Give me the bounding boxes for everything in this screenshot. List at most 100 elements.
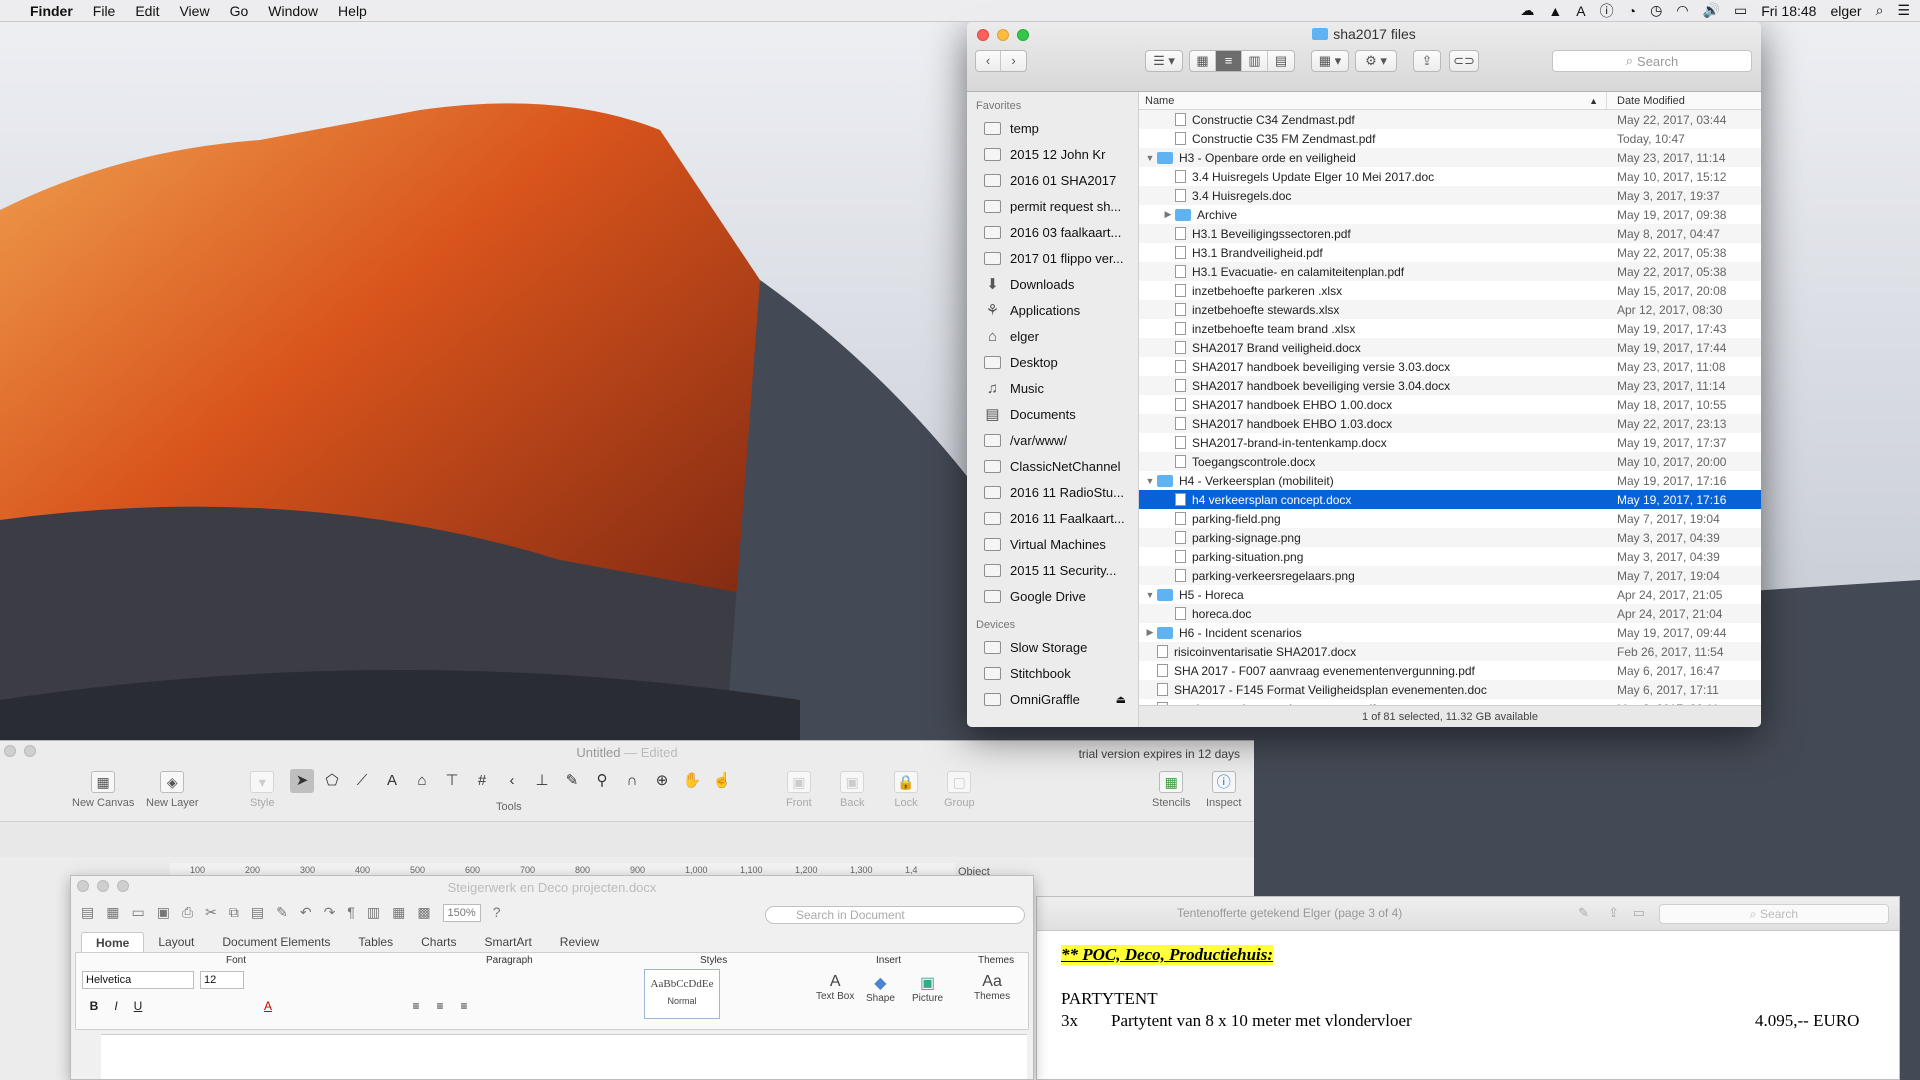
magnet-icon[interactable]: ∩ bbox=[620, 769, 644, 793]
disclosure-triangle-icon[interactable]: ▶ bbox=[1143, 627, 1157, 638]
file-row[interactable]: H3.1 Brandveiligheid.pdf May 22, 2017, 05… bbox=[1139, 243, 1761, 262]
file-row[interactable]: Constructie C35 FM Zendmast.pdf Today, 10… bbox=[1139, 129, 1761, 148]
battery-icon[interactable]: ▭ bbox=[1734, 2, 1747, 19]
coverflow-view-icon[interactable]: ▤ bbox=[1268, 51, 1294, 71]
open-icon[interactable]: ▭ bbox=[131, 904, 144, 922]
file-row[interactable]: ▶ Archive May 19, 2017, 09:38 bbox=[1139, 205, 1761, 224]
time-machine-icon[interactable]: ◷ bbox=[1650, 2, 1662, 19]
file-row[interactable]: 3.4 Huisregels.doc May 3, 2017, 19:37 bbox=[1139, 186, 1761, 205]
column-header-name[interactable]: Name ▲ bbox=[1139, 92, 1607, 109]
file-row[interactable]: inzetbehoefte team brand .xlsx May 19, 20… bbox=[1139, 319, 1761, 338]
menu-app-name[interactable]: Finder bbox=[20, 0, 83, 22]
new-layer-button[interactable]: ◈ New Layer bbox=[146, 771, 199, 809]
group-button[interactable]: ▦ ▾ bbox=[1311, 50, 1349, 72]
disclosure-triangle-icon[interactable]: ▼ bbox=[1143, 476, 1157, 486]
grid-tool-icon[interactable]: # bbox=[470, 769, 494, 793]
zoom-select[interactable]: 150% bbox=[442, 904, 481, 922]
file-row[interactable]: horeca.doc Apr 24, 2017, 21:04 bbox=[1139, 604, 1761, 623]
icon-view-icon[interactable]: ▦ bbox=[1190, 51, 1216, 71]
forward-chevron-icon[interactable]: › bbox=[1001, 51, 1026, 71]
new-doc-icon[interactable]: ▤ bbox=[81, 904, 94, 922]
preview-toolbox-icon[interactable]: ▭ bbox=[1633, 905, 1645, 921]
airport-icon[interactable]: ◔ bbox=[1628, 3, 1636, 19]
file-row[interactable]: parking-signage.png May 3, 2017, 04:39 bbox=[1139, 528, 1761, 547]
paste-icon[interactable]: ▤ bbox=[251, 904, 264, 922]
tag-icon[interactable]: ⊂⊃ bbox=[1449, 50, 1479, 72]
disclosure-triangle-icon[interactable]: ▶ bbox=[1161, 209, 1175, 220]
file-row[interactable]: 3.4 Huisregels Update Elger 10 Mei 2017.… bbox=[1139, 167, 1761, 186]
sidebar-item[interactable]: permit request sh... bbox=[967, 193, 1138, 219]
menu-edit[interactable]: Edit bbox=[125, 0, 169, 22]
font-color-button[interactable]: A bbox=[258, 997, 278, 1015]
clock[interactable]: Fri 18:48 bbox=[1761, 3, 1816, 19]
sidebar-item[interactable]: ⬇ Downloads bbox=[967, 271, 1138, 297]
normal-style-button[interactable]: AaBbCcDdEe Normal bbox=[644, 969, 720, 1019]
file-row[interactable]: SHA2017 handboek EHBO 1.03.docx May 22, 2… bbox=[1139, 414, 1761, 433]
user-name[interactable]: elger bbox=[1830, 3, 1861, 19]
tab-charts[interactable]: Charts bbox=[407, 932, 470, 953]
column-view-icon[interactable]: ▥ bbox=[1242, 51, 1268, 71]
file-row[interactable]: parking-verkeersregelaars.png May 7, 2017… bbox=[1139, 566, 1761, 585]
file-row[interactable]: SHA2017 handboek beveiliging versie 3.04… bbox=[1139, 376, 1761, 395]
sidebar-icon[interactable]: ▥ bbox=[367, 904, 380, 922]
sidebar-device-item[interactable]: Slow Storage bbox=[967, 634, 1138, 660]
sidebar-item[interactable]: ClassicNetChannel bbox=[967, 453, 1138, 479]
back-button[interactable]: ▣ Back bbox=[840, 771, 864, 809]
sidebar-item[interactable]: ♫ Music bbox=[967, 375, 1138, 401]
search-input[interactable]: ⌕ Search bbox=[1552, 50, 1752, 72]
sidebar-item[interactable]: 2015 12 John Kr bbox=[967, 141, 1138, 167]
sidebar-item[interactable]: Google Drive bbox=[967, 583, 1138, 609]
cut-icon[interactable]: ✂ bbox=[205, 904, 217, 922]
preview-share-icon[interactable]: ⇪ bbox=[1608, 905, 1619, 921]
save-icon[interactable]: ▣ bbox=[157, 904, 170, 922]
help-icon[interactable]: ? bbox=[493, 904, 501, 922]
picture-button[interactable]: ▣ Picture bbox=[912, 973, 943, 1004]
pilcrow-icon[interactable]: ¶ bbox=[347, 904, 355, 922]
cloud-sync-icon[interactable]: ☁ bbox=[1520, 2, 1534, 19]
redo-icon[interactable]: ↷ bbox=[324, 904, 336, 922]
underline-button[interactable]: U bbox=[128, 997, 148, 1015]
word-document-area[interactable] bbox=[101, 1034, 1027, 1079]
tab-review[interactable]: Review bbox=[546, 932, 613, 953]
connect-tool-icon[interactable]: ‹ bbox=[500, 769, 524, 793]
sidebar-item[interactable]: 2016 11 Faalkaart... bbox=[967, 505, 1138, 531]
file-row[interactable]: parking-field.png May 7, 2017, 19:04 bbox=[1139, 509, 1761, 528]
share-icon[interactable]: ⇪ bbox=[1413, 50, 1441, 72]
file-row[interactable]: SHA2017 - F145 Format Veiligheidsplan ev… bbox=[1139, 680, 1761, 699]
italic-button[interactable]: I bbox=[106, 997, 126, 1015]
text-tool-icon[interactable]: A bbox=[380, 769, 404, 793]
gallery-icon[interactable]: ▦ bbox=[392, 904, 405, 922]
print-icon[interactable]: ⎙ bbox=[182, 904, 193, 922]
sidebar-device-item[interactable]: Stitchbook bbox=[967, 660, 1138, 686]
style-brush-icon[interactable]: ✎ bbox=[560, 769, 584, 793]
wifi-icon[interactable]: ◠ bbox=[1676, 2, 1688, 19]
tab-layout[interactable]: Layout bbox=[144, 932, 208, 953]
browse-tool-icon[interactable]: ☝ bbox=[710, 769, 734, 793]
sidebar-item[interactable]: Desktop bbox=[967, 349, 1138, 375]
hand-tool-icon[interactable]: ✋ bbox=[680, 769, 704, 793]
preview-search-input[interactable]: ⌕ Search bbox=[1659, 904, 1889, 924]
style-button[interactable]: ▾ Style bbox=[250, 771, 274, 809]
sidebar-item[interactable]: Virtual Machines bbox=[967, 531, 1138, 557]
sidebar-item[interactable]: 2016 03 faalkaart... bbox=[967, 219, 1138, 245]
menu-window[interactable]: Window bbox=[258, 0, 328, 22]
file-row[interactable]: parking-situation.png May 3, 2017, 04:39 bbox=[1139, 547, 1761, 566]
file-row[interactable]: SHA2017 handboek beveiliging versie 3.03… bbox=[1139, 357, 1761, 376]
menu-go[interactable]: Go bbox=[220, 0, 259, 22]
line-tool-icon[interactable]: ⟋ bbox=[350, 769, 374, 793]
format-painter-icon[interactable]: ✎ bbox=[276, 904, 288, 922]
toolbox-icon[interactable]: ▩ bbox=[417, 904, 430, 922]
bold-button[interactable]: B bbox=[84, 997, 104, 1015]
shape-tool-icon[interactable]: ⬠ bbox=[320, 769, 344, 793]
templates-icon[interactable]: ▦ bbox=[106, 904, 119, 922]
group-objects-button[interactable]: ▢ Group bbox=[944, 771, 975, 809]
pen-tool-icon[interactable]: ⌂ bbox=[410, 769, 434, 793]
align-left-button[interactable]: ≡ bbox=[406, 997, 426, 1015]
sidebar-item[interactable]: /var/www/ bbox=[967, 427, 1138, 453]
sidebar-device-item[interactable]: OmniGraffle ⏏ bbox=[967, 686, 1138, 712]
menu-view[interactable]: View bbox=[169, 0, 219, 22]
file-row[interactable]: ▼ H4 - Verkeersplan (mobiliteit) May 19, 2… bbox=[1139, 471, 1761, 490]
stencils-button[interactable]: ▦ Stencils bbox=[1152, 771, 1191, 809]
file-row[interactable]: Constructie C34 Zendmast.pdf May 22, 2017… bbox=[1139, 110, 1761, 129]
rubber-stamp-icon[interactable]: ⚲ bbox=[590, 769, 614, 793]
